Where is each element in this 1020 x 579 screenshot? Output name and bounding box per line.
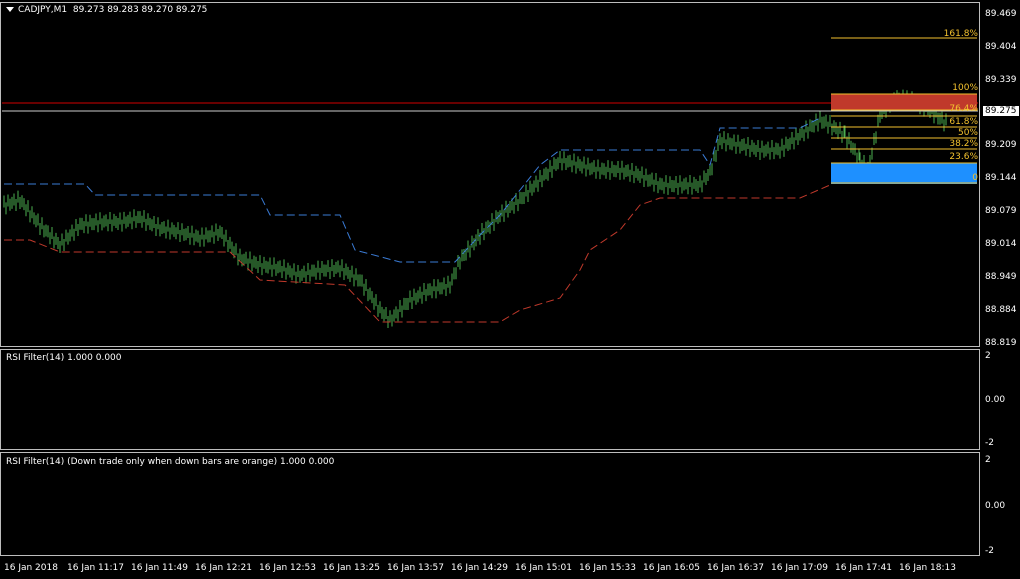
time-tick: 16 Jan 2018 [4, 563, 58, 573]
fib-label: 50% [957, 128, 978, 138]
ind1-tick: 0.00 [985, 395, 1006, 405]
price-tick: 88.884 [985, 305, 1017, 315]
time-tick: 16 Jan 16:37 [707, 563, 764, 573]
time-tick: 16 Jan 13:57 [387, 563, 444, 573]
fib-label: 0 [972, 173, 978, 183]
time-tick: 16 Jan 14:29 [451, 563, 508, 573]
ind2-tick: 2 [985, 455, 991, 465]
fib-label: 76.4% [949, 104, 978, 114]
price-tick: 89.079 [985, 206, 1017, 216]
fib-zone-bottom [831, 163, 977, 184]
ind2-tick: -2 [985, 546, 994, 556]
indicator-1-title: RSI Filter(14) 1.000 0.000 [6, 353, 122, 363]
ind2-tick: 0.00 [985, 501, 1006, 511]
time-tick: 16 Jan 11:17 [67, 563, 124, 573]
ind1-tick: 2 [985, 351, 991, 361]
fib-label: 61.8% [949, 117, 978, 127]
time-tick: 16 Jan 15:33 [579, 563, 636, 573]
fib-label: 161.8% [943, 29, 978, 39]
time-tick: 16 Jan 17:09 [771, 563, 828, 573]
time-tick: 16 Jan 12:53 [259, 563, 316, 573]
price-tick: 89.209 [985, 140, 1017, 150]
lower-channel-line [4, 169, 870, 323]
price-tick: 89.404 [985, 42, 1017, 52]
indicator-2-title: RSI Filter(14) (Down trade only when dow… [6, 457, 335, 467]
price-tick: 89.144 [985, 173, 1017, 183]
fib-label: 38.2% [949, 139, 978, 149]
price-tick: 88.819 [985, 338, 1017, 348]
fib-label: 100% [952, 83, 978, 93]
ind1-tick: -2 [985, 438, 994, 448]
time-tick: 16 Jan 17:41 [835, 563, 892, 573]
price-tick: 89.339 [985, 75, 1017, 85]
price-tick: 89.014 [985, 239, 1017, 249]
current-price-badge: 89.275 [983, 106, 1019, 116]
time-tick: 16 Jan 11:49 [131, 563, 188, 573]
price-tick: 89.469 [985, 9, 1017, 19]
time-tick: 16 Jan 15:01 [515, 563, 572, 573]
time-tick: 16 Jan 18:13 [899, 563, 956, 573]
indicator-pane-1[interactable] [0, 349, 980, 450]
price-tick: 88.949 [985, 272, 1017, 282]
fib-label: 23.6% [949, 152, 978, 162]
time-tick: 16 Jan 12:21 [195, 563, 252, 573]
indicator-pane-2[interactable] [0, 452, 980, 556]
time-tick: 16 Jan 13:25 [323, 563, 380, 573]
time-tick: 16 Jan 16:05 [643, 563, 700, 573]
